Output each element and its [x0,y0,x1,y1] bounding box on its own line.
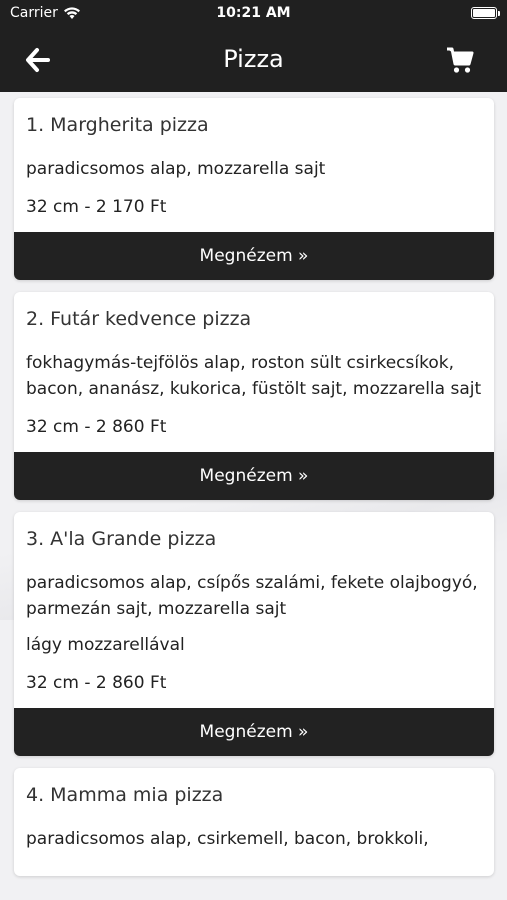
pizza-title: 3. A'la Grande pizza [26,528,217,550]
navigation-bar: Carrier 10:21 AM Pizza [0,0,507,92]
pizza-description: paradicsomos alap, csirkemell, bacon, br… [26,829,429,849]
pizza-price: 32 cm - 2 170 Ft [26,197,167,217]
cart-icon [447,47,474,73]
view-button[interactable]: Megnézem » [14,708,494,756]
pizza-price: 32 cm - 2 860 Ft [26,673,167,693]
pizza-title: 4. Mamma mia pizza [26,784,224,806]
pizza-card: 2. Futár kedvence pizza fokhagymás-tejfö… [14,292,494,500]
pizza-description: paradicsomos alap, mozzarella sajt [26,159,326,179]
view-button[interactable]: Megnézem » [14,452,494,500]
status-time: 10:21 AM [216,5,291,21]
pizza-title: 2. Futár kedvence pizza [26,308,252,330]
cart-button[interactable] [445,45,475,75]
pizza-card: 1. Margherita pizza paradicsomos alap, m… [14,98,494,280]
pizza-card: 4. Mamma mia pizza paradicsomos alap, cs… [14,768,494,876]
view-button[interactable]: Megnézem » [14,232,494,280]
pizza-description: fokhagymás-tejfölös alap, roston sült cs… [26,353,482,399]
pizza-note: lágy mozzarellával [26,635,185,655]
pizza-title: 1. Margherita pizza [26,114,209,136]
pizza-description: paradicsomos alap, csípős szalámi, feket… [26,573,478,619]
page-title: Pizza [223,45,284,73]
pizza-price: 32 cm - 2 860 Ft [26,417,167,437]
battery-icon [471,7,500,19]
pizza-card: 3. A'la Grande pizza paradicsomos alap, … [14,512,494,756]
status-bar: Carrier 10:21 AM [0,0,507,28]
pizza-list: 1. Margherita pizza paradicsomos alap, m… [14,98,494,888]
